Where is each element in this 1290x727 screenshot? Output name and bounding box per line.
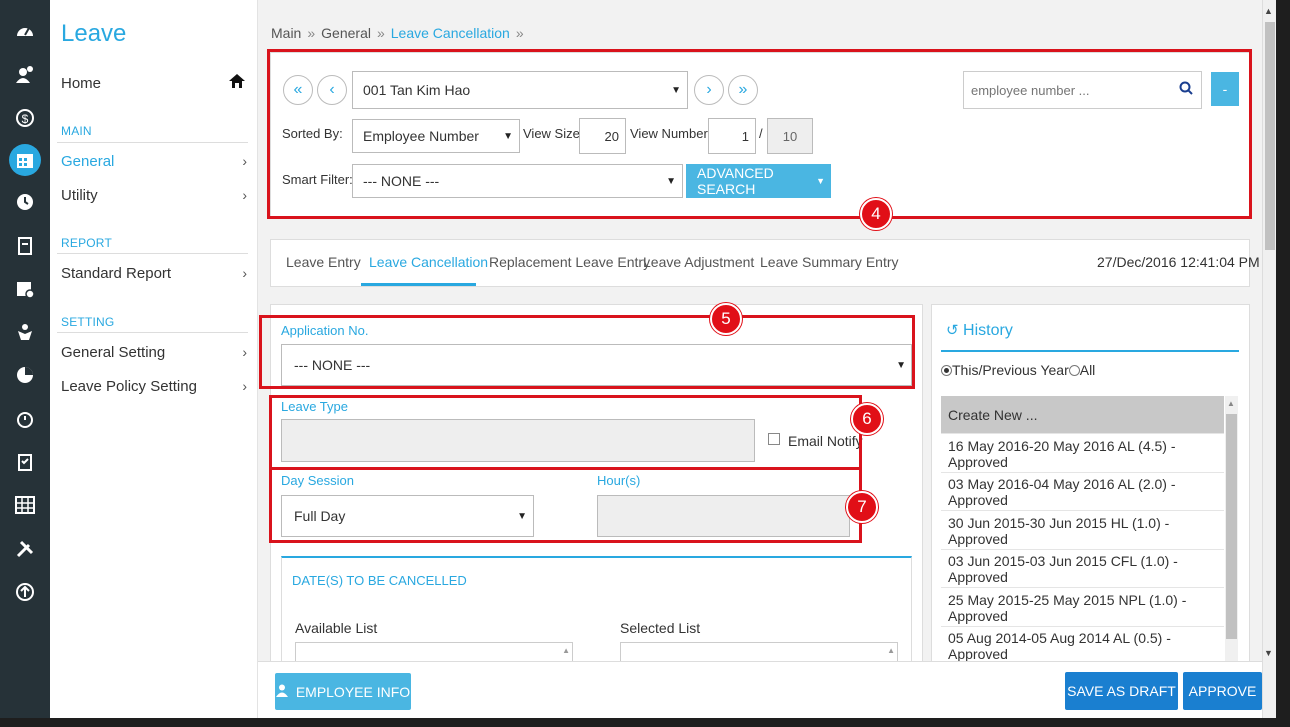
dashboard-icon[interactable] bbox=[9, 16, 41, 48]
chevron-right-icon: › bbox=[242, 265, 247, 281]
active-tab-indicator bbox=[361, 283, 476, 286]
radio-all-label: All bbox=[1079, 362, 1096, 378]
chart-pie-icon[interactable] bbox=[9, 359, 41, 391]
employee-info-label: EMPLOYEE INFO bbox=[295, 683, 411, 700]
sidebar: Leave Home MAIN General › Utility › REPO… bbox=[50, 0, 258, 718]
chevron-right-icon: › bbox=[242, 153, 247, 169]
sidebar-item-label: Home bbox=[61, 74, 102, 92]
history-filter: This/Previous Year All bbox=[941, 362, 1095, 378]
highlight-box-4 bbox=[267, 49, 1252, 219]
home-icon bbox=[228, 73, 246, 93]
sidebar-item-standard-report[interactable]: Standard Report › bbox=[61, 259, 249, 287]
history-item[interactable]: 16 May 2016-20 May 2016 AL (4.5) - Appro… bbox=[941, 435, 1224, 473]
radio-this-previous-year-label: This/Previous Year bbox=[952, 362, 1069, 378]
window-bottom-edge bbox=[0, 718, 1290, 727]
sidebar-section-main: MAIN bbox=[61, 124, 92, 138]
available-list-label: Available List bbox=[295, 620, 378, 636]
icon-bar: $ bbox=[0, 0, 50, 718]
sidebar-divider bbox=[57, 253, 248, 254]
table-icon[interactable] bbox=[9, 489, 41, 521]
svg-text:$: $ bbox=[22, 112, 29, 126]
sidebar-item-leave-policy-setting[interactable]: Leave Policy Setting › bbox=[61, 372, 249, 400]
tab-leave-summary-entry[interactable]: Leave Summary Entry bbox=[760, 254, 899, 270]
tab-replacement-leave-entry[interactable]: Replacement Leave Entry bbox=[489, 254, 650, 270]
sidebar-divider bbox=[57, 332, 248, 333]
sidebar-divider bbox=[57, 142, 248, 143]
breadcrumb-item-current: Leave Cancellation bbox=[390, 25, 510, 41]
breadcrumb-separator: » bbox=[515, 25, 524, 41]
chevron-right-icon: › bbox=[242, 187, 247, 203]
time-icon[interactable] bbox=[9, 186, 41, 218]
tab-leave-entry[interactable]: Leave Entry bbox=[286, 254, 361, 270]
sidebar-item-label: Leave Policy Setting bbox=[61, 377, 197, 395]
tools-icon[interactable] bbox=[9, 533, 41, 565]
upload-icon[interactable] bbox=[9, 576, 41, 608]
sidebar-item-utility[interactable]: Utility › bbox=[61, 181, 249, 209]
breadcrumb-separator: » bbox=[376, 25, 385, 41]
history-scrollbar-thumb[interactable] bbox=[1226, 414, 1237, 639]
annotation-badge-4: 4 bbox=[860, 198, 892, 230]
dates-section-title: DATE(S) TO BE CANCELLED bbox=[292, 573, 467, 588]
chevron-right-icon: › bbox=[242, 378, 247, 394]
sidebar-section-report: REPORT bbox=[61, 236, 112, 250]
calendar-time-icon[interactable] bbox=[9, 273, 41, 305]
payroll-icon[interactable]: $ bbox=[9, 102, 41, 134]
tab-leave-adjustment[interactable]: Leave Adjustment bbox=[643, 254, 754, 270]
annotation-badge-6: 6 bbox=[851, 403, 883, 435]
sidebar-item-home[interactable]: Home bbox=[61, 69, 249, 97]
history-create-new[interactable]: Create New ... bbox=[941, 396, 1224, 434]
person-icon[interactable] bbox=[9, 316, 41, 348]
scroll-down-icon[interactable]: ▼ bbox=[1264, 648, 1273, 658]
chevron-right-icon: › bbox=[242, 344, 247, 360]
highlight-box-5 bbox=[259, 315, 915, 389]
breadcrumb-item-main[interactable]: Main bbox=[271, 25, 301, 41]
scroll-up-icon[interactable]: ▲ bbox=[1264, 6, 1273, 16]
history-title: ↺ History bbox=[946, 321, 1013, 340]
page-scrollbar-thumb[interactable] bbox=[1265, 22, 1275, 250]
save-as-draft-button[interactable]: SAVE AS DRAFT bbox=[1065, 672, 1178, 710]
history-item[interactable]: 05 Aug 2014-05 Aug 2014 AL (0.5) - Appro… bbox=[941, 627, 1224, 665]
history-item[interactable]: 25 May 2015-25 May 2015 NPL (1.0) - Appr… bbox=[941, 589, 1224, 627]
sidebar-item-general-setting[interactable]: General Setting › bbox=[61, 338, 249, 366]
radio-all[interactable] bbox=[1068, 365, 1080, 376]
tab-leave-cancellation[interactable]: Leave Cancellation bbox=[369, 254, 488, 270]
approve-button[interactable]: APPROVE bbox=[1183, 672, 1262, 710]
history-item[interactable]: 03 Jun 2015-03 Jun 2015 CFL (1.0) - Appr… bbox=[941, 550, 1224, 588]
breadcrumb-item-general[interactable]: General bbox=[321, 25, 371, 41]
history-item[interactable]: 30 Jun 2015-30 Jun 2015 HL (1.0) - Appro… bbox=[941, 512, 1224, 550]
sidebar-item-label: Standard Report bbox=[61, 264, 172, 282]
selected-list-label: Selected List bbox=[620, 620, 701, 636]
highlight-box-6 bbox=[269, 395, 862, 470]
sidebar-item-label: Utility bbox=[61, 186, 98, 204]
sidebar-item-label: General Setting bbox=[61, 343, 166, 361]
annotation-badge-5: 5 bbox=[710, 303, 742, 335]
scroll-up-icon[interactable]: ▲ bbox=[887, 646, 895, 655]
user-icon bbox=[275, 684, 288, 700]
document-icon[interactable] bbox=[9, 230, 41, 262]
annotation-badge-7: 7 bbox=[846, 491, 878, 523]
employee-info-button[interactable]: EMPLOYEE INFO bbox=[275, 673, 411, 710]
radio-this-previous-year[interactable] bbox=[941, 365, 952, 376]
history-divider bbox=[941, 350, 1239, 352]
sidebar-item-label: General bbox=[61, 152, 115, 170]
checklist-icon[interactable] bbox=[9, 446, 41, 478]
history-item[interactable]: 03 May 2016-04 May 2016 AL (2.0) - Appro… bbox=[941, 473, 1224, 511]
history-icon: ↺ bbox=[946, 322, 959, 339]
breadcrumb-separator: » bbox=[307, 25, 316, 41]
scroll-up-icon[interactable]: ▲ bbox=[1227, 399, 1235, 408]
page-scrollbar[interactable]: ▲ ▼ bbox=[1262, 0, 1276, 718]
scroll-up-icon[interactable]: ▲ bbox=[562, 646, 570, 655]
breadcrumb: Main » General » Leave Cancellation » bbox=[271, 25, 530, 41]
highlight-box-7 bbox=[269, 467, 862, 543]
sidebar-item-general[interactable]: General › bbox=[61, 147, 249, 175]
sidebar-title: Leave bbox=[61, 20, 127, 47]
history-title-text: History bbox=[963, 322, 1013, 339]
leave-calendar-icon[interactable] bbox=[9, 144, 41, 176]
timer-icon[interactable] bbox=[9, 403, 41, 435]
history-scrollbar[interactable]: ▲ bbox=[1225, 396, 1238, 662]
timestamp: 27/Dec/2016 12:41:04 PM bbox=[1097, 254, 1260, 270]
employee-icon[interactable] bbox=[9, 59, 41, 91]
sidebar-section-setting: SETTING bbox=[61, 315, 115, 329]
